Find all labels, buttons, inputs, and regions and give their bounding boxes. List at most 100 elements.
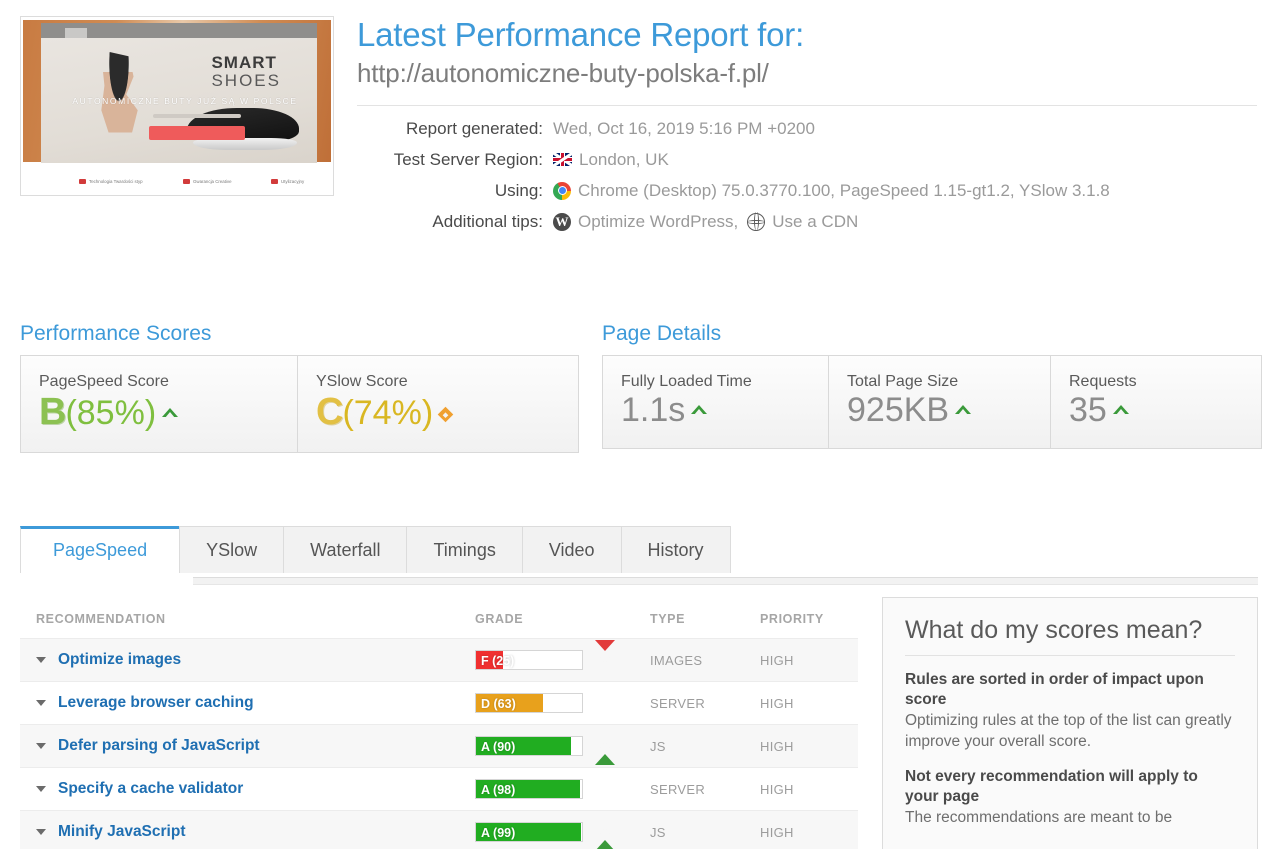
tab-video[interactable]: Video [522, 526, 622, 573]
performance-scores-panel: PageSpeed Score B(85%) YSlow Score C(74%… [20, 355, 579, 453]
pagespeed-score-label: PageSpeed Score [39, 373, 279, 391]
thumbnail-navbar [41, 23, 317, 38]
impact-up-icon [595, 737, 615, 765]
tab-yslow[interactable]: YSlow [179, 526, 284, 573]
scores-explainer-title: What do my scores mean? [905, 616, 1235, 656]
yslow-score-card[interactable]: YSlow Score C(74%) [298, 356, 578, 452]
impact-indicator [595, 651, 615, 669]
thumbnail-cta-button [149, 126, 245, 140]
wordpress-icon: W [553, 213, 571, 231]
thumbnail-logo [65, 28, 87, 38]
meta-row-using: Using: Chrome (Desktop) 75.0.3770.100, P… [357, 180, 1257, 202]
yslow-grade-percent: (74%) [342, 394, 433, 432]
thumbnail-brand-line2: SHOES [211, 72, 281, 89]
recommendations-table-header: RECOMMENDATION GRADE TYPE PRIORITY [20, 600, 858, 638]
report-header-text: Latest Performance Report for: http://au… [357, 16, 1257, 242]
page-details-title: Page Details [602, 322, 1262, 346]
yslow-score-value: C(74%) [316, 393, 560, 433]
expand-toggle-icon[interactable] [36, 700, 46, 706]
impact-down-icon [595, 640, 615, 668]
pagespeed-score-card[interactable]: PageSpeed Score B(85%) [21, 356, 298, 452]
thumbnail-feature-1: Technologia Twardości styp [79, 179, 143, 184]
expand-toggle-icon[interactable] [36, 657, 46, 663]
thumbnail-brand: SMART SHOES [211, 54, 281, 89]
grade-bar: A (90) [475, 736, 583, 756]
grade-bar-label: F (25) [481, 651, 514, 670]
chrome-icon [553, 182, 571, 200]
impact-indicator [595, 823, 615, 841]
fully-loaded-time-label: Fully Loaded Time [621, 373, 810, 391]
thumbnail-model-photo [93, 52, 145, 164]
explainer-block-1: Rules are sorted in order of impact upon… [905, 670, 1235, 753]
scores-explainer-panel: What do my scores mean? Rules are sorted… [882, 597, 1258, 849]
performance-scores-title: Performance Scores [20, 322, 579, 346]
recommendation-link[interactable]: Minify JavaScript [58, 823, 186, 841]
column-header-type: TYPE [650, 612, 760, 626]
report-header: SMART SHOES AUTONOMICZNE BUTY JUŻ SĄ W P… [0, 0, 1278, 290]
thumbnail-feature-3: Utylizacyjny [271, 179, 304, 184]
site-screenshot-thumbnail[interactable]: SMART SHOES AUTONOMICZNE BUTY JUŻ SĄ W P… [20, 16, 334, 196]
yslow-score-label: YSlow Score [316, 373, 560, 391]
table-row[interactable]: Specify a cache validator A (98) SERVER … [20, 767, 858, 810]
recommendation-link[interactable]: Optimize images [58, 651, 181, 669]
meta-value-test-server-region: London, UK [553, 150, 669, 170]
report-metadata: Report generated: Wed, Oct 16, 2019 5:16… [357, 118, 1257, 233]
meta-label-test-server-region: Test Server Region: [357, 150, 553, 170]
total-page-size-label: Total Page Size [847, 373, 1032, 391]
total-page-size-card[interactable]: Total Page Size 925KB [829, 356, 1051, 448]
page-details-section: Page Details Fully Loaded Time 1.1s Tota… [602, 322, 1262, 449]
tab-timings[interactable]: Timings [406, 526, 522, 573]
tab-pagespeed[interactable]: PageSpeed [20, 526, 180, 573]
impact-indicator [595, 694, 601, 712]
performance-scores-section: Performance Scores PageSpeed Score B(85%… [20, 322, 579, 453]
thumbnail-tagline: AUTONOMICZNE BUTY JUŻ SĄ W POLSCE [71, 96, 299, 106]
trend-up-icon [691, 405, 707, 414]
expand-toggle-icon[interactable] [36, 786, 46, 792]
recommendation-link[interactable]: Specify a cache validator [58, 780, 243, 798]
tab-waterfall[interactable]: Waterfall [283, 526, 407, 573]
meta-row-test-server-region: Test Server Region: London, UK [357, 149, 1257, 171]
requests-value: 35 [1069, 393, 1243, 429]
table-row[interactable]: Minify JavaScript A (99) JS HIGH [20, 810, 858, 849]
pagespeed-grade-letter: B [39, 391, 65, 433]
table-row[interactable]: Defer parsing of JavaScript A (90) JS HI… [20, 724, 858, 767]
impact-indicator [595, 780, 601, 798]
page-title: Latest Performance Report for: [357, 16, 1257, 54]
expand-toggle-icon[interactable] [36, 829, 46, 835]
recommendation-type: IMAGES [650, 653, 760, 668]
requests-card[interactable]: Requests 35 [1051, 356, 1261, 448]
meta-value-additional-tips: W Optimize WordPress, Use a CDN [553, 212, 858, 232]
column-header-recommendation: RECOMMENDATION [20, 612, 475, 626]
tab-history[interactable]: History [621, 526, 731, 573]
column-header-grade: GRADE [475, 612, 650, 626]
table-row[interactable]: Leverage browser caching D (63) SERVER H… [20, 681, 858, 724]
pagespeed-score-value: B(85%) [39, 393, 279, 433]
recommendation-type: JS [650, 825, 760, 840]
pagespeed-grade-percent: (85%) [65, 394, 156, 432]
thumbnail-hero: SMART SHOES AUTONOMICZNE BUTY JUŻ SĄ W P… [41, 38, 317, 165]
meta-value-report-generated: Wed, Oct 16, 2019 5:16 PM +0200 [553, 119, 815, 139]
recommendations-table: RECOMMENDATION GRADE TYPE PRIORITY Optim… [20, 600, 858, 849]
fully-loaded-time-card[interactable]: Fully Loaded Time 1.1s [603, 356, 829, 448]
recommendation-priority: HIGH [760, 825, 858, 840]
explainer-heading: Not every recommendation will apply to y… [905, 767, 1235, 807]
thumbnail-features-strip: Technologia Twardości styp Gwarancja Cre… [23, 163, 331, 193]
expand-toggle-icon[interactable] [36, 743, 46, 749]
tip-optimize-wordpress[interactable]: Optimize WordPress, [578, 212, 738, 232]
meta-label-using: Using: [357, 181, 553, 201]
recommendation-link[interactable]: Defer parsing of JavaScript [58, 737, 260, 755]
recommendation-type: SERVER [650, 696, 760, 711]
thumbnail-image: SMART SHOES AUTONOMICZNE BUTY JUŻ SĄ W P… [21, 17, 333, 195]
grade-bar-label: A (98) [481, 780, 515, 799]
recommendation-link[interactable]: Leverage browser caching [58, 694, 254, 712]
recommendation-priority: HIGH [760, 653, 858, 668]
tip-use-a-cdn[interactable]: Use a CDN [772, 212, 858, 232]
report-url[interactable]: http://autonomiczne-buty-polska-f.pl/ [357, 58, 1257, 89]
grade-bar: A (98) [475, 779, 583, 799]
meta-label-additional-tips: Additional tips: [357, 212, 553, 232]
grade-bar: F (25) [475, 650, 583, 670]
table-row[interactable]: Optimize images F (25) IMAGES HIGH [20, 638, 858, 681]
recommendation-priority: HIGH [760, 739, 858, 754]
fully-loaded-time-value: 1.1s [621, 393, 810, 429]
thumbnail-feature-2: Gwarancja Creative [183, 179, 232, 184]
